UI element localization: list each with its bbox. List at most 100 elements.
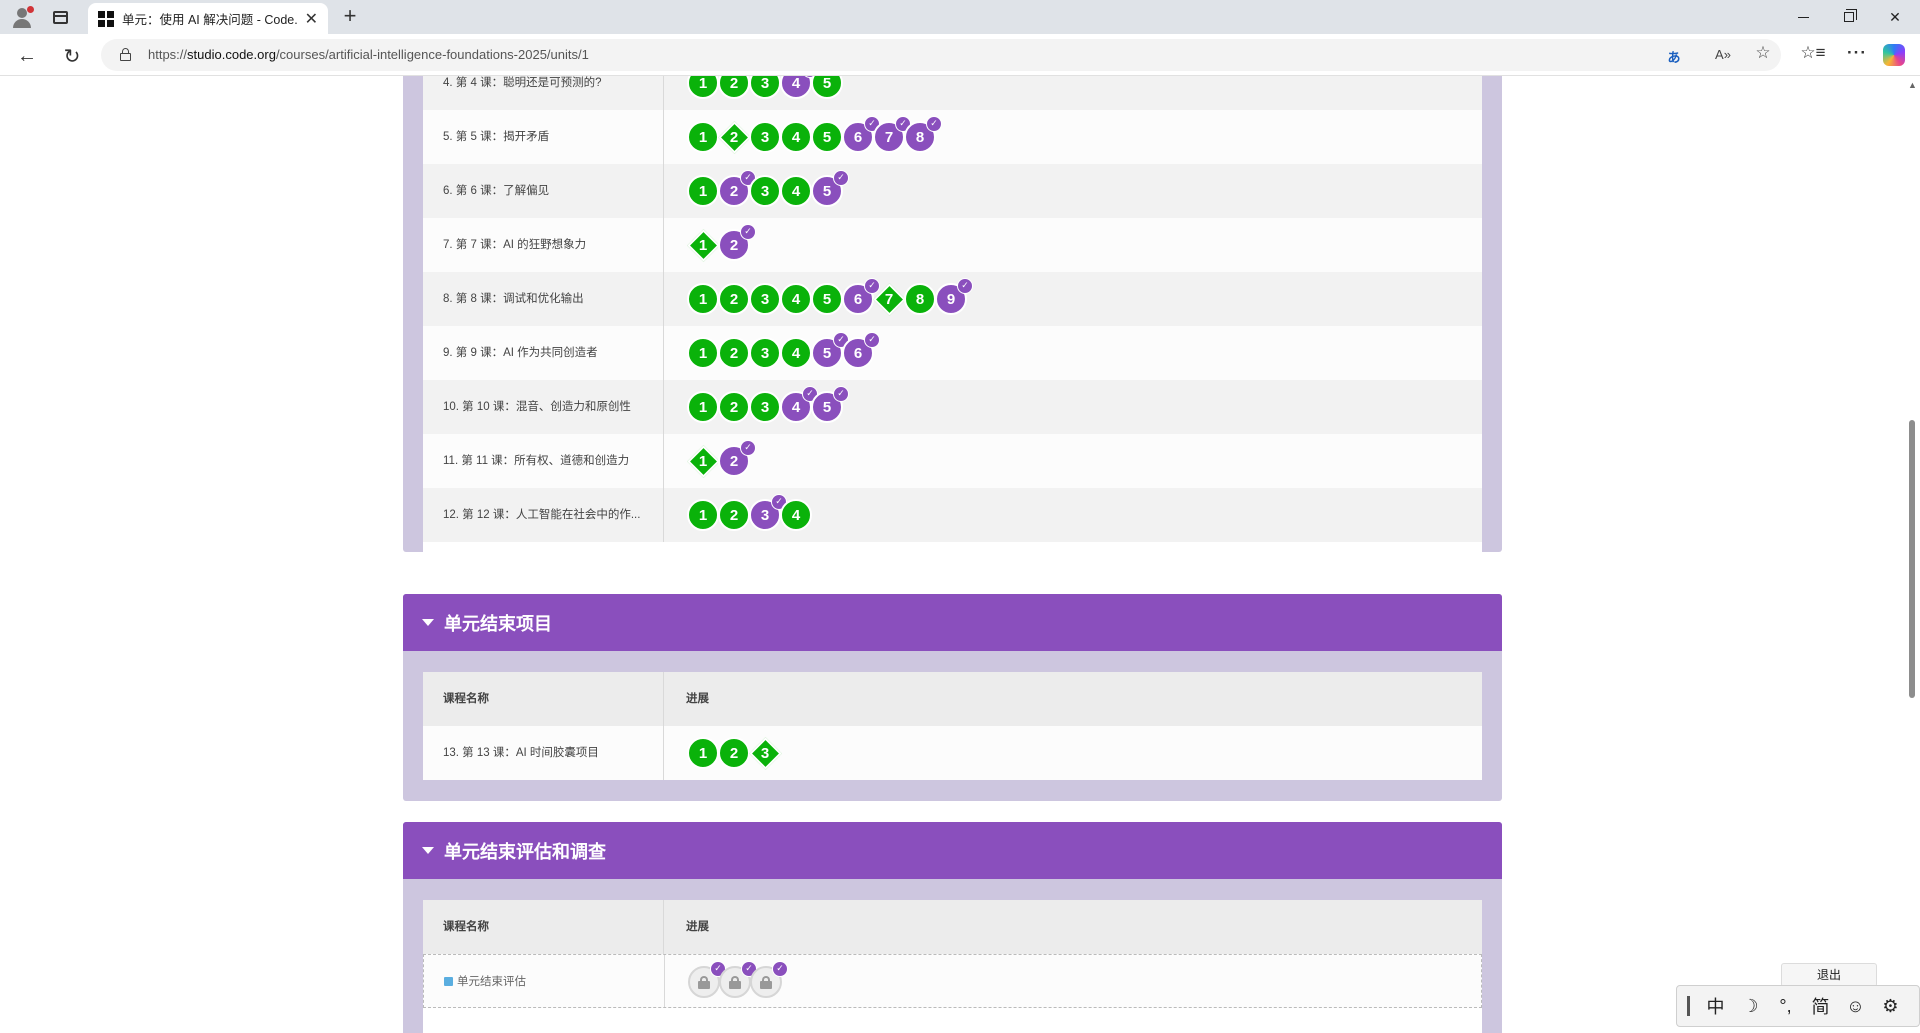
- level-bubble[interactable]: 2 ✓: [718, 170, 756, 207]
- read-aloud-icon[interactable]: A»: [1713, 47, 1733, 62]
- level-bubble[interactable]: 3: [749, 337, 781, 369]
- lesson-name-link[interactable]: 9. 第 9 课：AI 作为共同创造者: [443, 326, 653, 380]
- level-bubble[interactable]: 4: [780, 337, 812, 369]
- level-bubble-diamond[interactable]: 2: [718, 121, 751, 154]
- level-bubble[interactable]: 6 ✓: [842, 116, 880, 153]
- ime-moon-icon[interactable]: ☽: [1733, 996, 1768, 1017]
- tab-actions-icon[interactable]: [48, 5, 72, 29]
- level-bubble[interactable]: 3 ✓: [749, 494, 787, 531]
- ime-emoji-icon[interactable]: ☺: [1838, 996, 1873, 1017]
- ime-grip-handle[interactable]: [1687, 996, 1690, 1016]
- locked-level-bubble[interactable]: ✓: [719, 961, 757, 998]
- lesson-name-link[interactable]: 7. 第 7 课：AI 的狂野想象力: [443, 218, 653, 272]
- ime-punctuation-icon[interactable]: °,: [1768, 996, 1803, 1017]
- level-bubble[interactable]: 1: [687, 337, 719, 369]
- level-bubble[interactable]: 2: [718, 337, 750, 369]
- level-bubble[interactable]: 5 ✓: [811, 170, 849, 207]
- ime-simplified-icon[interactable]: 简: [1803, 993, 1838, 1019]
- site-info-lock-icon[interactable]: [120, 48, 131, 61]
- level-bubble[interactable]: 3: [749, 76, 781, 99]
- level-bubble[interactable]: 2: [718, 391, 750, 423]
- window-restore-button[interactable]: [1826, 0, 1872, 34]
- level-bubble-diamond[interactable]: 1: [687, 445, 720, 478]
- browser-tab[interactable]: 单元：使用 AI 解决问题 - Code.org ✕: [88, 3, 328, 34]
- level-bubble[interactable]: 4: [780, 175, 812, 207]
- lessons-section: 4. 第 4 课：聪明还是可预测的?1234✓55. 第 5 课：揭开矛盾123…: [403, 76, 1502, 552]
- scroll-thumb[interactable]: [1909, 420, 1915, 698]
- level-bubble-diamond[interactable]: 3: [749, 737, 782, 770]
- level-bubble[interactable]: 2 ✓: [718, 224, 756, 261]
- profile-icon[interactable]: [10, 5, 34, 29]
- project-section-header[interactable]: 单元结束项目: [403, 594, 1502, 651]
- collapse-caret-icon[interactable]: [422, 619, 434, 626]
- level-bubble[interactable]: 4: [780, 283, 812, 315]
- level-bubble[interactable]: 1: [687, 737, 719, 769]
- level-bubble[interactable]: 4✓: [780, 76, 818, 99]
- level-bubble-diamond[interactable]: 7: [873, 283, 906, 316]
- url-text[interactable]: https://studio.code.org/courses/artifici…: [148, 47, 589, 62]
- lesson-name-link[interactable]: 5. 第 5 课：揭开矛盾: [443, 110, 653, 164]
- translate-icon[interactable]: あ: [1664, 47, 1684, 66]
- reload-icon[interactable]: ↻: [58, 42, 86, 70]
- level-bubble[interactable]: 1: [687, 175, 719, 207]
- level-bubble[interactable]: 3: [749, 175, 781, 207]
- level-bubble[interactable]: 8 ✓: [904, 116, 942, 153]
- more-menu-icon[interactable]: ···: [1844, 43, 1870, 69]
- new-tab-button[interactable]: +: [338, 5, 362, 29]
- lesson-name-link[interactable]: 8. 第 8 课：调试和优化输出: [443, 272, 653, 326]
- level-bubble[interactable]: 2: [718, 76, 750, 99]
- level-bubble[interactable]: 5 ✓: [811, 386, 849, 423]
- level-bubble[interactable]: 2 ✓: [718, 440, 756, 477]
- level-bubble[interactable]: 3: [749, 121, 781, 153]
- lesson-name-link[interactable]: 4. 第 4 课：聪明还是可预测的?: [443, 76, 653, 110]
- level-bubble[interactable]: 4✓: [780, 386, 818, 423]
- level-bubble[interactable]: 1: [687, 391, 719, 423]
- scroll-up-arrow-icon[interactable]: ▲: [1908, 80, 1917, 90]
- ime-toolbar[interactable]: 中 ☽ °, 简 ☺ ⚙: [1676, 985, 1920, 1027]
- window-minimize-button[interactable]: [1780, 0, 1826, 34]
- address-bar[interactable]: https://studio.code.org/courses/artifici…: [101, 39, 1781, 71]
- ime-settings-icon[interactable]: ⚙: [1873, 996, 1908, 1017]
- level-bubble[interactable]: 3: [749, 283, 781, 315]
- lesson-name-link[interactable]: 13. 第 13 课：AI 时间胶囊项目: [443, 726, 653, 780]
- favorite-star-icon[interactable]: ☆: [1753, 43, 1773, 63]
- favorites-icon[interactable]: ☆≡: [1800, 43, 1826, 69]
- level-bubble[interactable]: 4: [780, 499, 812, 531]
- lesson-name-link[interactable]: 10. 第 10 课：混音、创造力和原创性: [443, 380, 653, 434]
- level-bubble[interactable]: 9 ✓: [935, 278, 973, 315]
- assessment-section-header[interactable]: 单元结束评估和调查: [403, 822, 1502, 879]
- level-bubble[interactable]: 1: [687, 283, 719, 315]
- level-bubble[interactable]: 6 ✓: [842, 332, 880, 369]
- level-bubble[interactable]: 5: [811, 121, 843, 153]
- locked-level-bubble[interactable]: ✓: [750, 961, 788, 998]
- level-bubble[interactable]: 2: [718, 283, 750, 315]
- back-arrow-icon[interactable]: ←: [13, 42, 41, 70]
- level-bubble-diamond[interactable]: 1: [687, 229, 720, 262]
- level-bubble[interactable]: 4: [780, 121, 812, 153]
- level-bubble[interactable]: 2: [718, 499, 750, 531]
- locked-level-bubble[interactable]: ✓: [688, 961, 726, 998]
- level-bubble[interactable]: 5 ✓: [811, 332, 849, 369]
- level-bubble[interactable]: 2: [718, 737, 750, 769]
- ime-chinese-mode-icon[interactable]: 中: [1698, 993, 1733, 1019]
- lesson-name-link[interactable]: 6. 第 6 课：了解偏见: [443, 164, 653, 218]
- window-close-button[interactable]: ✕: [1872, 0, 1918, 34]
- lesson-name-link[interactable]: 12. 第 12 课：人工智能在社会中的作...: [443, 488, 653, 542]
- level-bubble[interactable]: 7 ✓: [873, 116, 911, 153]
- tab-close-icon[interactable]: ✕: [305, 9, 318, 29]
- level-bubble[interactable]: 1: [687, 76, 719, 99]
- checkmark-icon: ✓: [740, 440, 756, 456]
- page-scrollbar[interactable]: ▲: [1904, 76, 1920, 1033]
- level-bubble[interactable]: 6 ✓: [842, 278, 880, 315]
- lesson-name-link[interactable]: 单元结束评估: [444, 955, 654, 1009]
- collapse-caret-icon[interactable]: [422, 847, 434, 854]
- level-bubble[interactable]: 3: [749, 391, 781, 423]
- level-bubble[interactable]: 1: [687, 499, 719, 531]
- level-bubble[interactable]: 1: [687, 121, 719, 153]
- copilot-icon[interactable]: [1883, 44, 1905, 66]
- level-bubble[interactable]: 8: [904, 283, 936, 315]
- level-bubble[interactable]: 5: [811, 283, 843, 315]
- lesson-name-link[interactable]: 11. 第 11 课：所有权、道德和创造力: [443, 434, 653, 488]
- exit-button[interactable]: 退出: [1781, 963, 1877, 987]
- level-bubble[interactable]: 5: [811, 76, 843, 99]
